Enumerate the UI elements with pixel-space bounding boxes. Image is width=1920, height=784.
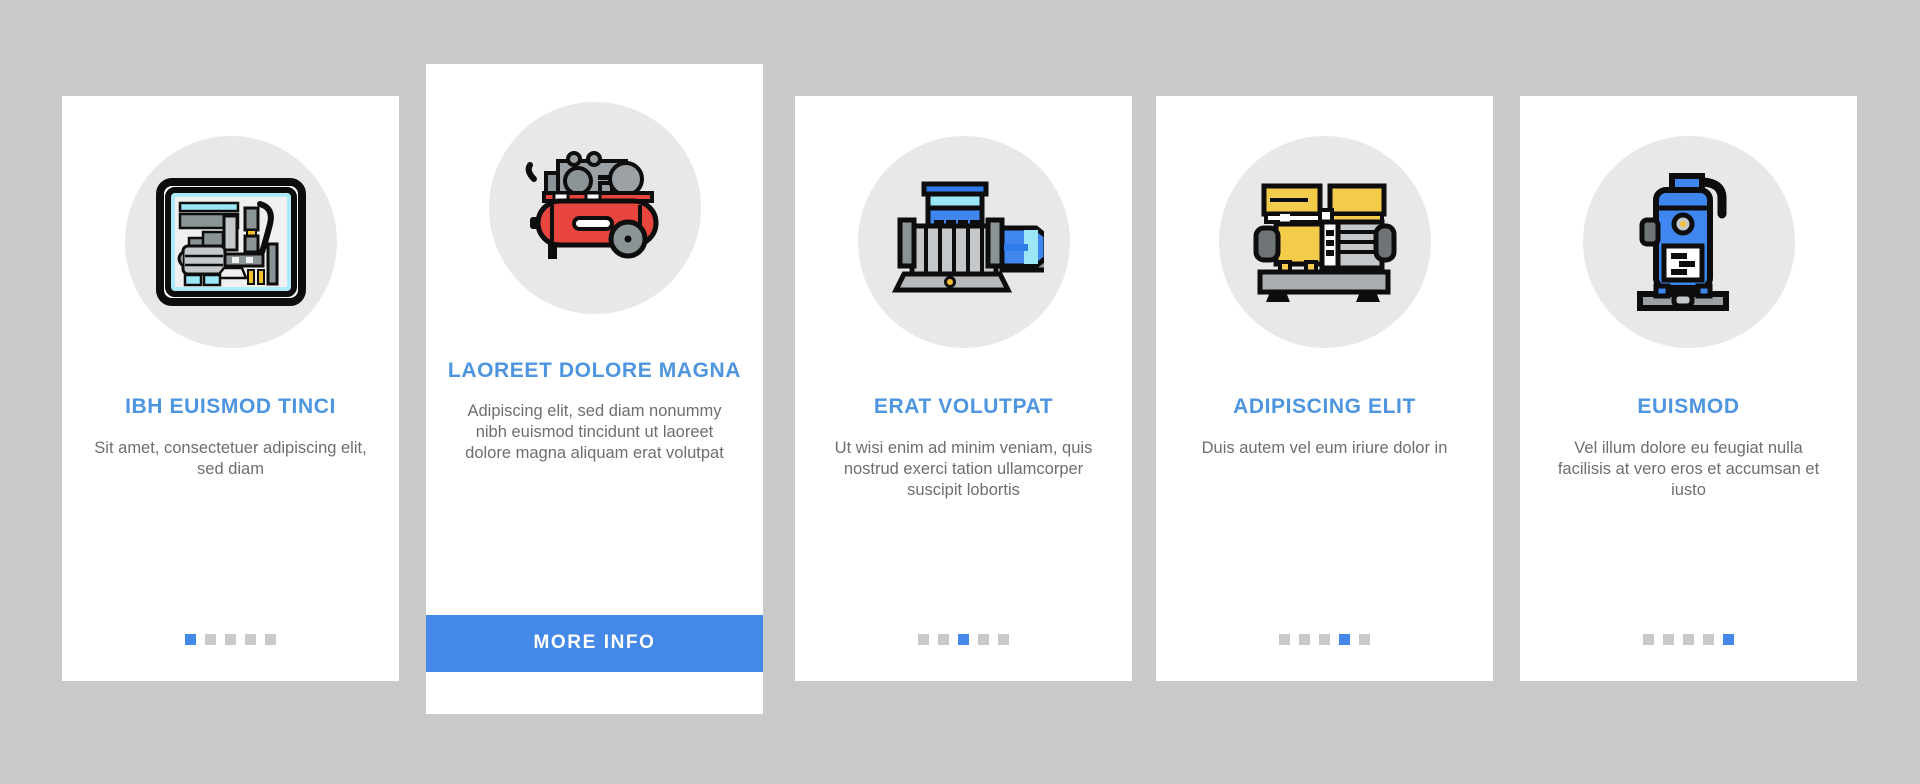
card-title: ERAT VOLUTPAT (873, 395, 1054, 418)
yellow-compressor-unit-icon (1218, 136, 1431, 348)
card-body: Adipiscing elit, sed diam nonummy nibh e… (465, 402, 724, 462)
vertical-tank-compressor-icon (1582, 136, 1795, 348)
card-title: EUISMOD (1637, 395, 1740, 418)
industrial-pump-motor-icon (857, 136, 1070, 348)
card-title: LAOREET DOLORE MAGNA (447, 359, 742, 382)
pagination-dot[interactable] (998, 634, 1009, 645)
pagination-dot[interactable] (225, 634, 236, 645)
onboarding-card-4[interactable]: ADIPISCING ELIT Duis autem vel eum iriur… (1156, 96, 1493, 681)
pagination-dot[interactable] (938, 634, 949, 645)
card-body: Sit amet, consectetuer adipiscing elit, … (94, 439, 367, 478)
pagination-dot[interactable] (205, 634, 216, 645)
card-body: Duis autem vel eum iriure dolor in (1201, 439, 1448, 457)
red-air-compressor-icon (488, 102, 701, 314)
more-info-button[interactable]: MORE INFO (426, 615, 763, 672)
pagination-dot[interactable] (978, 634, 989, 645)
card-footer-space (426, 672, 763, 714)
pagination-dot[interactable] (958, 634, 969, 645)
pagination-dot[interactable] (1319, 634, 1330, 645)
pagination-dots[interactable] (185, 634, 276, 645)
pagination-dot[interactable] (185, 634, 196, 645)
onboarding-screens-container: IBH EUISMOD TINCI Sit amet, consectetuer… (0, 0, 1920, 784)
pagination-dot[interactable] (918, 634, 929, 645)
control-panel-machinery-icon (124, 136, 337, 348)
pagination-dot[interactable] (245, 634, 256, 645)
pagination-dots[interactable] (918, 634, 1009, 645)
pagination-dot[interactable] (1339, 634, 1350, 645)
card-body: Ut wisi enim ad minim veniam, quis nostr… (834, 439, 1093, 499)
onboarding-card-5[interactable]: EUISMOD Vel illum dolore eu feugiat null… (1520, 96, 1857, 681)
card-title: ADIPISCING ELIT (1233, 395, 1416, 418)
pagination-dot[interactable] (1359, 634, 1370, 645)
card-body: Vel illum dolore eu feugiat nulla facili… (1557, 439, 1820, 499)
pagination-dots[interactable] (1643, 634, 1734, 645)
pagination-dot[interactable] (1703, 634, 1714, 645)
card-title: IBH EUISMOD TINCI (125, 395, 336, 418)
onboarding-card-2[interactable]: LAOREET DOLORE MAGNA Adipiscing elit, se… (426, 64, 763, 714)
pagination-dot[interactable] (265, 634, 276, 645)
pagination-dot[interactable] (1299, 634, 1310, 645)
pagination-dot[interactable] (1683, 634, 1694, 645)
pagination-dot[interactable] (1663, 634, 1674, 645)
pagination-dot[interactable] (1723, 634, 1734, 645)
pagination-dots[interactable] (1279, 634, 1370, 645)
onboarding-card-1[interactable]: IBH EUISMOD TINCI Sit amet, consectetuer… (62, 96, 399, 681)
pagination-dot[interactable] (1279, 634, 1290, 645)
pagination-dot[interactable] (1643, 634, 1654, 645)
onboarding-card-3[interactable]: ERAT VOLUTPAT Ut wisi enim ad minim veni… (795, 96, 1132, 681)
